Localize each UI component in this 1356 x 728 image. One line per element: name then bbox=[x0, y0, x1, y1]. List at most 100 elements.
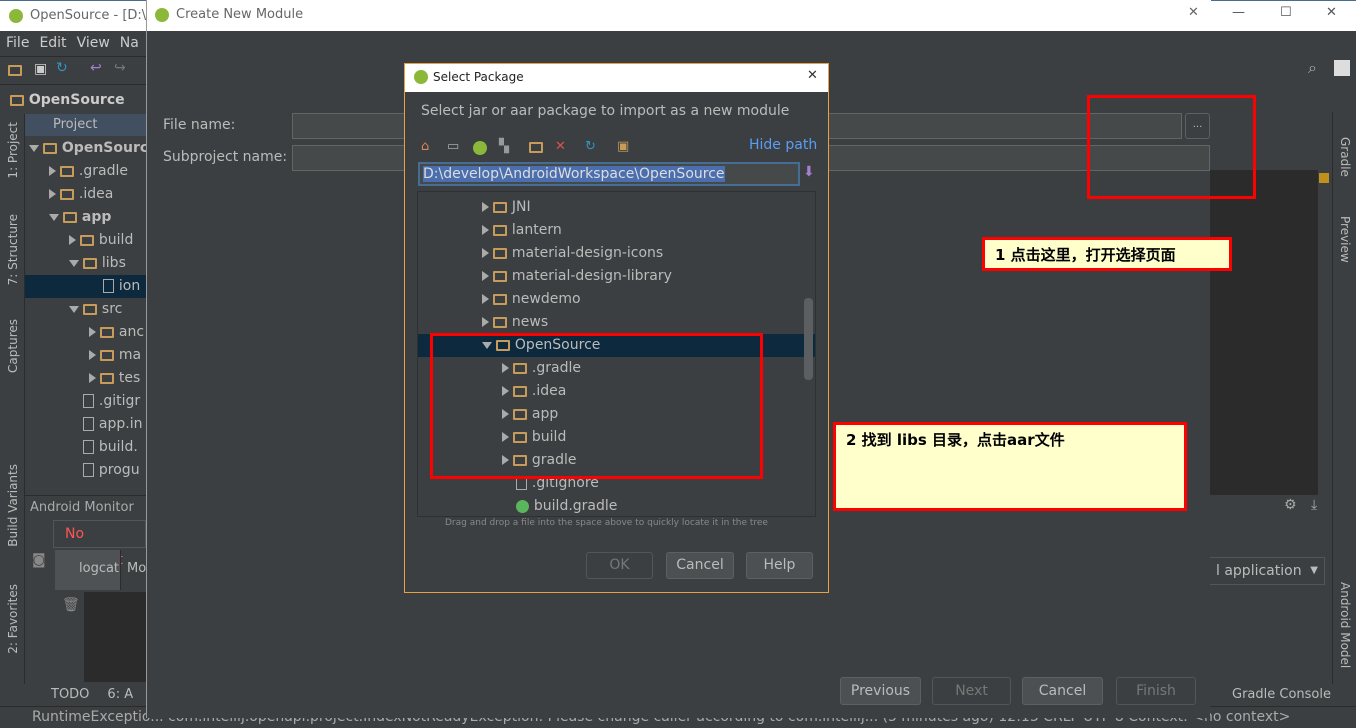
menu-view[interactable]: View bbox=[77, 31, 110, 56]
folder-icon bbox=[80, 234, 95, 246]
previous-button[interactable]: Previous bbox=[840, 677, 921, 705]
tree-item[interactable]: material-design-icons bbox=[418, 242, 815, 265]
home-icon[interactable]: ⌂ bbox=[421, 139, 429, 154]
show-hidden-icon[interactable]: ▣ bbox=[617, 139, 629, 154]
close-window-button[interactable]: ✕ bbox=[1326, 5, 1337, 20]
clear-logcat-icon[interactable]: 🗑 bbox=[62, 597, 80, 613]
select-package-title-bar: Select Package ✕ bbox=[405, 64, 828, 92]
tree-item[interactable]: app.in bbox=[25, 413, 146, 436]
search-everywhere-icon[interactable]: ⌕ bbox=[1308, 58, 1317, 78]
expand-arrow-icon[interactable] bbox=[69, 259, 79, 267]
tree-item[interactable]: JNI bbox=[418, 196, 815, 219]
tool-window-structure[interactable]: 7: Structure bbox=[6, 214, 20, 285]
user-avatar-icon[interactable] bbox=[1334, 60, 1350, 76]
menu-file[interactable]: File bbox=[6, 31, 29, 56]
expand-arrow-icon[interactable] bbox=[69, 305, 79, 313]
expand-arrow-icon[interactable] bbox=[49, 213, 59, 221]
tool-window-gradle[interactable]: Gradle bbox=[1338, 137, 1352, 177]
app-select[interactable]: l application ▼ bbox=[1210, 557, 1325, 585]
expand-arrow-icon[interactable] bbox=[29, 144, 39, 152]
package-cancel-button[interactable]: Cancel bbox=[666, 552, 734, 579]
tree-item[interactable]: libs bbox=[25, 252, 146, 275]
hide-panel-icon[interactable]: ⤓ bbox=[1311, 497, 1317, 513]
collapse-arrow-icon[interactable] bbox=[89, 327, 96, 337]
cancel-button[interactable]: Cancel bbox=[1022, 677, 1103, 705]
screen-capture-icon[interactable]: ◙ bbox=[32, 552, 46, 568]
tree-item[interactable]: news bbox=[418, 311, 815, 334]
desktop-icon[interactable]: ▭ bbox=[447, 139, 459, 154]
tree-item[interactable]: progu bbox=[25, 459, 146, 482]
new-folder-icon[interactable] bbox=[529, 142, 543, 153]
collapse-arrow-icon[interactable] bbox=[69, 235, 76, 245]
help-button[interactable]: Help bbox=[746, 552, 813, 579]
device-select[interactable]: No Connect bbox=[53, 520, 146, 568]
todo-tab[interactable]: TODO bbox=[51, 684, 89, 706]
tool-window-captures[interactable]: Captures bbox=[6, 319, 20, 373]
android-project-icon[interactable] bbox=[473, 141, 487, 155]
tree-item[interactable]: ma bbox=[25, 344, 146, 367]
gradle-console-tab[interactable]: Gradle Console bbox=[1212, 684, 1332, 706]
tool-window-project[interactable]: 1: Project bbox=[6, 122, 20, 179]
tree-item[interactable]: tes bbox=[25, 367, 146, 390]
logcat-tab[interactable]: logcat bbox=[55, 550, 120, 590]
tool-window-preview[interactable]: Preview bbox=[1338, 216, 1352, 263]
annotation-note-1: 1 点击这里，打开选择页面 bbox=[982, 237, 1232, 271]
redo-icon[interactable]: ↪ bbox=[114, 60, 126, 76]
open-folder-icon[interactable] bbox=[8, 65, 22, 76]
maximize-button[interactable]: ☐ bbox=[1280, 5, 1292, 20]
help-label: Help bbox=[763, 557, 796, 573]
tree-item[interactable]: newdemo bbox=[418, 288, 815, 311]
monitors-tab[interactable]: Mo bbox=[120, 550, 146, 590]
collapse-arrow-icon[interactable] bbox=[482, 202, 489, 212]
undo-icon[interactable]: ↩ bbox=[90, 60, 102, 76]
tree-item[interactable]: lantern bbox=[418, 219, 815, 242]
tool-window-favorites[interactable]: 2: Favorites bbox=[6, 584, 20, 654]
tree-item[interactable]: OpenSource bbox=[25, 137, 146, 160]
tree-item[interactable]: anc bbox=[25, 321, 146, 344]
tree-item[interactable]: .idea bbox=[25, 183, 146, 206]
collapse-arrow-icon[interactable] bbox=[89, 350, 96, 360]
collapse-arrow-icon[interactable] bbox=[482, 317, 489, 327]
tool-window-android-model[interactable]: Android Model bbox=[1338, 582, 1352, 668]
next-button[interactable]: Next bbox=[932, 677, 1011, 705]
hide-path-link[interactable]: Hide path bbox=[749, 137, 817, 153]
tree-item[interactable]: src bbox=[25, 298, 146, 321]
refresh-icon[interactable]: ↻ bbox=[585, 139, 596, 154]
tree-item[interactable]: .gitigr bbox=[25, 390, 146, 413]
sync-icon[interactable]: ↻ bbox=[56, 60, 68, 76]
collapse-arrow-icon[interactable] bbox=[482, 271, 489, 281]
select-package-close-button[interactable]: ✕ bbox=[807, 68, 818, 83]
collapse-arrow-icon[interactable] bbox=[482, 248, 489, 258]
tree-item[interactable]: material-design-library bbox=[418, 265, 815, 288]
collapse-arrow-icon[interactable] bbox=[49, 189, 56, 199]
minimize-button[interactable]: — bbox=[1232, 5, 1245, 20]
module-icon[interactable]: ▚ bbox=[499, 139, 509, 154]
tree-item[interactable]: build.gradle bbox=[418, 495, 815, 516]
android-monitor-tab[interactable]: 6: A bbox=[107, 684, 133, 706]
create-module-close-button[interactable]: ✕ bbox=[1188, 5, 1199, 20]
path-history-icon[interactable]: ⬇ bbox=[803, 164, 815, 180]
finish-button[interactable]: Finish bbox=[1116, 677, 1196, 705]
delete-icon[interactable]: ✕ bbox=[555, 139, 566, 154]
collapse-arrow-icon[interactable] bbox=[89, 373, 96, 383]
tree-item[interactable]: ion bbox=[25, 275, 146, 298]
tree-item[interactable]: .gradle bbox=[25, 160, 146, 183]
file-tree-scrollbar[interactable] bbox=[804, 298, 813, 380]
android-studio-logo-icon bbox=[414, 70, 428, 84]
collapse-arrow-icon[interactable] bbox=[482, 225, 489, 235]
project-pane-title[interactable]: Project bbox=[53, 117, 97, 132]
collapse-arrow-icon[interactable] bbox=[482, 294, 489, 304]
tool-window-build-variants[interactable]: Build Variants bbox=[6, 464, 20, 547]
tree-item-label: lantern bbox=[511, 222, 562, 238]
settings-gear-icon[interactable]: ⚙ bbox=[1284, 497, 1297, 513]
menu-navigate[interactable]: Na bbox=[120, 31, 139, 56]
ok-button[interactable]: OK bbox=[586, 552, 653, 579]
save-icon[interactable]: ▣ bbox=[34, 61, 47, 77]
tree-item[interactable]: build. bbox=[25, 436, 146, 459]
menu-edit[interactable]: Edit bbox=[39, 31, 66, 56]
breadcrumb-item-opensource[interactable]: OpenSource bbox=[29, 92, 125, 108]
path-input[interactable]: D:\develop\AndroidWorkspace\OpenSource bbox=[418, 162, 800, 186]
collapse-arrow-icon[interactable] bbox=[49, 166, 56, 176]
tree-item[interactable]: build bbox=[25, 229, 146, 252]
tree-item[interactable]: app bbox=[25, 206, 146, 229]
